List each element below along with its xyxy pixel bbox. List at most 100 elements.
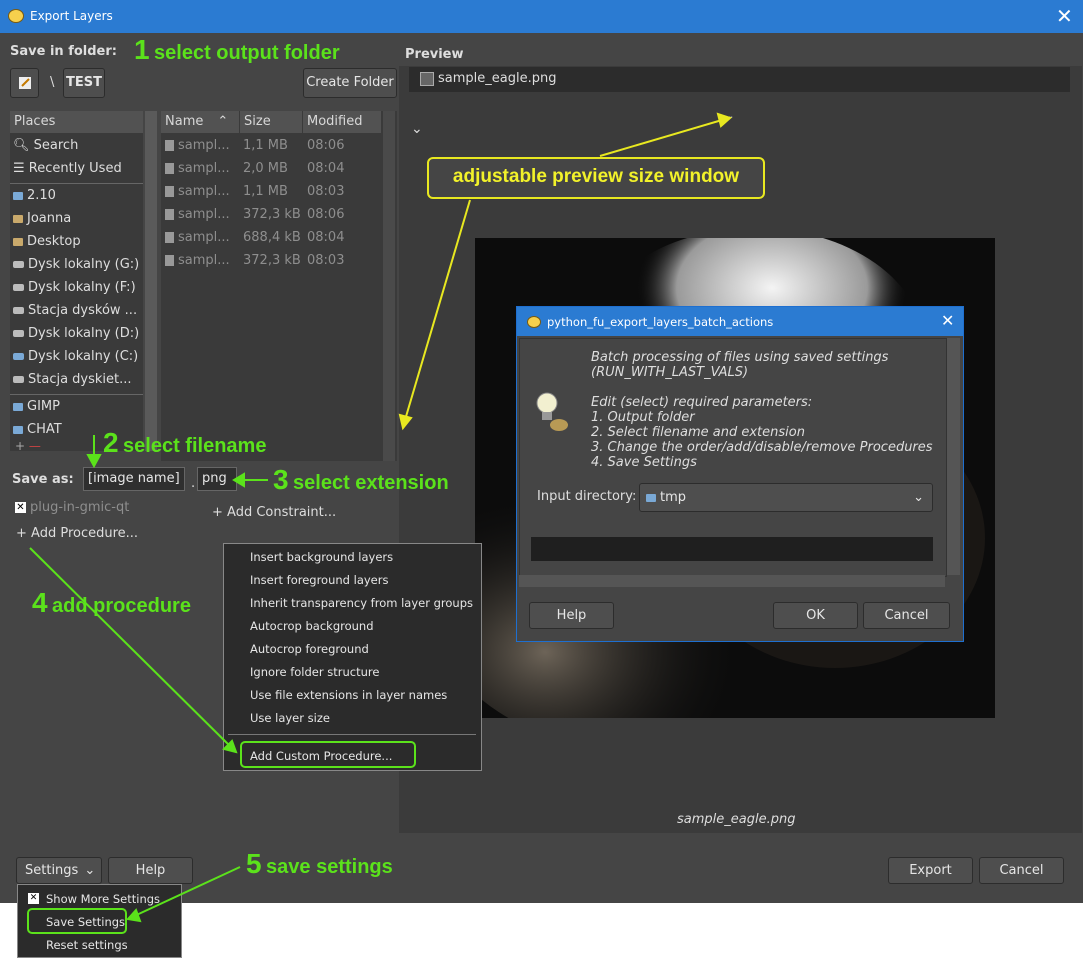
place-drive[interactable]: Stacja dyskiet...	[13, 372, 132, 387]
step-text: select output folder	[154, 42, 340, 64]
help-button[interactable]: Help	[108, 857, 193, 884]
place-label: Dysk lokalny (F:)	[28, 280, 136, 295]
step-text: select extension	[293, 472, 449, 494]
dialog-hscrollbar[interactable]	[519, 575, 945, 587]
place-drive[interactable]: Stacja dysków ...	[13, 303, 137, 318]
annotation-step-5: 5 save settings	[246, 848, 393, 880]
place-search[interactable]: 🔍︎ Search	[13, 138, 78, 153]
path-button-test[interactable]: TEST	[63, 68, 105, 98]
file-row[interactable]: sampl... 372,3 kB 08:06	[165, 207, 344, 222]
place-label: Desktop	[27, 234, 81, 249]
checkbox-checked-icon[interactable]: ✕	[28, 893, 39, 904]
file-row[interactable]: sampl... 2,0 MB 08:04	[165, 161, 344, 176]
sort-up-icon: ⌃	[217, 114, 229, 129]
close-icon[interactable]: ✕	[941, 311, 954, 330]
dialog-line: Batch processing of files using saved se…	[591, 350, 889, 365]
add-bookmark-icon[interactable]: + —	[15, 439, 41, 453]
menu-item[interactable]: Insert background layers	[250, 550, 393, 564]
folder-icon	[13, 425, 23, 434]
input-directory-select[interactable]: tmp ⌄	[639, 483, 933, 512]
menu-item[interactable]: Insert foreground layers	[250, 573, 388, 587]
place-drive[interactable]: Dysk lokalny (D:)	[13, 326, 139, 341]
menu-item[interactable]: Use file extensions in layer names	[250, 688, 447, 702]
menu-item[interactable]: Ignore folder structure	[250, 665, 379, 679]
step-number: 1	[134, 34, 150, 65]
place-drive[interactable]: Dysk lokalny (G:)	[13, 257, 139, 272]
place-label: Dysk lokalny (C:)	[28, 349, 139, 364]
menu-item[interactable]: Use layer size	[250, 711, 330, 725]
dialog-ok-button[interactable]: OK	[773, 602, 858, 629]
add-procedure-label: Add Procedure...	[31, 526, 139, 541]
file-row[interactable]: sampl... 1,1 MB 08:06	[165, 138, 344, 153]
place-folder[interactable]: Desktop	[13, 234, 81, 249]
annotation-step-1: 1 select output folder	[134, 34, 340, 66]
step-text: select filename	[123, 435, 267, 457]
extension-dot: .	[191, 476, 196, 491]
desktop-folder-icon	[13, 237, 23, 246]
places-scrollbar[interactable]	[145, 111, 157, 451]
files-scrollbar[interactable]	[383, 111, 395, 461]
chevron-down-icon: ⌄	[913, 490, 924, 505]
dialog-scrollbar[interactable]	[947, 338, 960, 575]
cancel-button[interactable]: Cancel	[979, 857, 1064, 884]
column-name[interactable]: Name ⌃	[161, 111, 239, 133]
file-size: 372,3 kB	[243, 207, 301, 222]
menu-item[interactable]: Autocrop background	[250, 619, 374, 633]
place-folder[interactable]: Joanna	[13, 211, 71, 226]
menu-show-more-settings[interactable]: Show More Settings	[46, 892, 160, 906]
dialog-line: 3. Change the order/add/disable/remove P…	[591, 440, 933, 455]
place-bookmark[interactable]: GIMP	[13, 399, 60, 414]
procedure-item[interactable]: ✕ plug-in-gmic-qt	[15, 500, 129, 515]
file-icon	[165, 140, 174, 151]
menu-reset-settings[interactable]: Reset settings	[46, 938, 128, 952]
file-name: sampl...	[178, 138, 230, 153]
column-size[interactable]: Size	[240, 111, 302, 133]
file-row[interactable]: sampl... 688,4 kB 08:04	[165, 230, 344, 245]
extension-input[interactable]: png	[197, 467, 237, 491]
save-as-label: Save as:	[12, 472, 74, 487]
place-folder[interactable]: 2.10	[13, 188, 56, 203]
create-folder-button[interactable]: Create Folder	[303, 68, 397, 98]
close-icon[interactable]: ✕	[1056, 4, 1073, 28]
step-number: 5	[246, 848, 262, 879]
filename-input[interactable]: [image name]	[83, 467, 185, 491]
place-drive[interactable]: Dysk lokalny (C:)	[13, 349, 138, 364]
resize-handle-icon[interactable]: ┄	[726, 111, 733, 124]
add-procedure-button[interactable]: + Add Procedure...	[16, 526, 138, 541]
file-row[interactable]: sampl... 372,3 kB 08:03	[165, 253, 344, 268]
dialog-line: (RUN_WITH_LAST_VALS)	[591, 365, 749, 380]
folder-icon	[646, 493, 656, 502]
place-label: Stacja dysków ...	[28, 303, 138, 318]
file-icon	[165, 209, 174, 220]
edit-path-button[interactable]	[10, 68, 39, 98]
menu-item[interactable]: Autocrop foreground	[250, 642, 369, 656]
file-row[interactable]: sampl... 1,1 MB 08:03	[165, 184, 344, 199]
preview-size-callout: adjustable preview size window	[427, 157, 765, 199]
settings-dropdown[interactable]: Settings ⌄	[16, 857, 102, 884]
drive-icon	[13, 284, 24, 291]
chevron-down-icon[interactable]: ⌄	[411, 121, 423, 137]
place-drive[interactable]: Dysk lokalny (F:)	[13, 280, 136, 295]
place-recently-used[interactable]: ☰ Recently Used	[13, 161, 122, 176]
save-in-folder-label: Save in folder:	[10, 44, 117, 59]
checkbox-checked-icon[interactable]: ✕	[15, 502, 26, 513]
dialog-cancel-button[interactable]: Cancel	[863, 602, 950, 629]
export-button[interactable]: Export	[888, 857, 973, 884]
places-header[interactable]: Places	[10, 111, 143, 133]
add-constraint-button[interactable]: + Add Constraint...	[212, 505, 336, 520]
menu-divider	[228, 734, 476, 735]
file-name: sampl...	[178, 253, 230, 268]
procedure-name: plug-in-gmic-qt	[30, 500, 130, 515]
step-number: 3	[273, 464, 289, 495]
dialog-help-button[interactable]: Help	[529, 602, 614, 629]
preview-label: Preview	[405, 47, 464, 62]
place-bookmark[interactable]: CHAT	[13, 422, 62, 437]
preview-file[interactable]: sample_eagle.png	[420, 71, 556, 86]
highlight-box	[27, 908, 127, 934]
file-name: sampl...	[178, 184, 230, 199]
gimp-logo-icon	[8, 9, 24, 23]
column-modified[interactable]: Modified	[303, 111, 381, 133]
file-icon	[165, 163, 174, 174]
menu-item[interactable]: Inherit transparency from layer groups	[250, 596, 473, 610]
place-label: Stacja dyskiet...	[28, 372, 132, 387]
